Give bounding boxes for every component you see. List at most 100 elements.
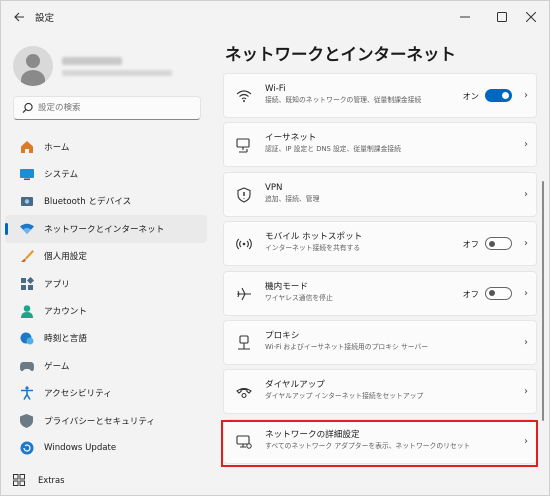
- card-airplane-mode[interactable]: 機内モード ワイヤレス通信を停止 オフ ›: [223, 270, 537, 316]
- sidebar-item-label: ホーム: [44, 142, 70, 153]
- shield-icon: [19, 413, 34, 428]
- sidebar-item-label: Extras: [38, 475, 65, 485]
- chevron-right-icon: ›: [524, 435, 528, 447]
- chevron-right-icon: ›: [524, 139, 528, 151]
- chevron-right-icon: ›: [524, 287, 528, 299]
- card-wifi[interactable]: Wi-Fi 接続、既知のネットワークの管理、従量制課金接続 オン ›: [223, 73, 537, 118]
- main-content: ネットワークとインターネット Wi-Fi 接続、既知のネットワークの管理、従量制…: [211, 33, 549, 495]
- sidebar-item-home[interactable]: ホーム: [5, 133, 207, 160]
- brush-icon: [19, 249, 34, 264]
- search-box[interactable]: [13, 96, 201, 120]
- hotspot-toggle[interactable]: [485, 237, 512, 251]
- search-input[interactable]: [38, 103, 188, 113]
- card-vpn[interactable]: VPN 追加、接続、管理 ›: [223, 171, 537, 217]
- sidebar-item-label: ネットワークとインターネット: [44, 224, 165, 235]
- card-title: Wi-Fi: [265, 84, 286, 94]
- sidebar-item-time-language[interactable]: 時刻と言語: [5, 325, 207, 352]
- proxy-icon: [238, 335, 250, 350]
- card-description: 認証、IP 設定と DNS 設定、従量制課金接続: [265, 145, 401, 154]
- card-description: 接続、既知のネットワークの管理、従量制課金接続: [265, 96, 422, 104]
- bluetooth-icon: [19, 194, 34, 209]
- user-profile[interactable]: [13, 41, 203, 91]
- card-dialup[interactable]: ダイヤルアップ ダイヤルアップ インターネット接続をセットアップ ›: [223, 369, 537, 415]
- card-description: 追加、接続、管理: [265, 194, 320, 203]
- toggle-state-label: オフ: [462, 239, 479, 250]
- sidebar-item-extras[interactable]: Extras: [5, 469, 64, 491]
- card-description: すべてのネットワーク アダプターを表示、ネットワークのリセット: [265, 441, 471, 450]
- sidebar-item-label: アクセシビリティ: [44, 389, 112, 400]
- account-icon: [19, 304, 34, 319]
- sidebar-item-label: システム: [44, 170, 79, 181]
- wifi-icon: [236, 90, 252, 102]
- network-icon: [19, 221, 34, 236]
- card-description: Wi-Fi およびイーサネット接続用のプロキシ サーバー: [265, 342, 429, 351]
- gaming-icon: [19, 358, 34, 373]
- airplane-icon: [237, 287, 251, 300]
- windows-update-icon: [19, 440, 34, 455]
- card-title: イーサネット: [265, 133, 317, 144]
- card-mobile-hotspot[interactable]: モバイル ホットスポット インターネット接続を共有する オフ ›: [223, 221, 537, 267]
- title-bar: 設定: [1, 1, 549, 33]
- sidebar-item-label: 時刻と言語: [44, 334, 87, 345]
- minimize-icon: [460, 16, 470, 18]
- card-description: インターネット接続を共有する: [265, 244, 361, 253]
- sidebar-item-label: プライバシーとセキュリティ: [44, 416, 156, 427]
- sidebar-item-personalization[interactable]: 個人用設定: [5, 243, 207, 270]
- toggle-state-label: オン: [462, 91, 479, 101]
- sidebar-item-label: Bluetooth とデバイス: [44, 197, 132, 208]
- chevron-right-icon: ›: [524, 188, 528, 200]
- vpn-shield-icon: [237, 187, 251, 203]
- sidebar-item-label: Windows Update: [44, 442, 117, 453]
- sidebar-item-apps[interactable]: アプリ: [5, 270, 207, 297]
- card-title: ダイヤルアップ: [265, 380, 325, 391]
- sidebar-item-privacy[interactable]: プライバシーとセキュリティ: [5, 407, 207, 434]
- time-language-icon: [19, 331, 34, 346]
- chevron-right-icon: ›: [524, 386, 528, 398]
- back-button[interactable]: [5, 3, 33, 31]
- extras-icon: [11, 473, 26, 488]
- apps-icon: [19, 276, 34, 291]
- maximize-icon: [497, 12, 507, 22]
- card-proxy[interactable]: プロキシ Wi-Fi およびイーサネット接続用のプロキシ サーバー ›: [223, 319, 537, 365]
- accessibility-icon: [19, 386, 34, 401]
- wifi-toggle[interactable]: [485, 89, 512, 102]
- sidebar-item-label: アプリ: [44, 279, 70, 290]
- minimize-button[interactable]: [447, 1, 483, 33]
- avatar: [13, 46, 53, 86]
- app-title: 設定: [35, 13, 55, 24]
- card-title: プロキシ: [265, 330, 300, 341]
- sidebar-item-system[interactable]: システム: [5, 160, 207, 187]
- sidebar-item-network[interactable]: ネットワークとインターネット: [5, 215, 207, 243]
- card-ethernet[interactable]: イーサネット 認証、IP 設定と DNS 設定、従量制課金接続 ›: [223, 122, 537, 168]
- card-description: ワイヤレス通信を停止: [265, 293, 333, 302]
- chevron-right-icon: ›: [524, 90, 528, 101]
- card-description: ダイヤルアップ インターネット接続をセットアップ: [265, 392, 424, 401]
- advanced-network-icon: [236, 435, 252, 449]
- close-button[interactable]: [513, 1, 549, 33]
- scrollbar[interactable]: [542, 181, 544, 421]
- sidebar-item-gaming[interactable]: ゲーム: [5, 352, 207, 379]
- sidebar-item-label: 個人用設定: [44, 252, 87, 263]
- settings-card-list: Wi-Fi 接続、既知のネットワークの管理、従量制課金接続 オン › イーサネッ…: [223, 73, 537, 468]
- system-icon: [19, 167, 34, 182]
- chevron-right-icon: ›: [524, 238, 528, 250]
- sidebar-item-accounts[interactable]: アカウント: [5, 297, 207, 324]
- airplane-mode-toggle[interactable]: [485, 286, 512, 300]
- user-name-blurred: [62, 56, 122, 65]
- hotspot-icon: [236, 238, 252, 250]
- card-title: モバイル ホットスポット: [265, 232, 363, 243]
- user-email-blurred: [62, 69, 172, 76]
- sidebar-item-label: ゲーム: [44, 361, 70, 372]
- toggle-state-label: オフ: [462, 288, 479, 299]
- sidebar-item-accessibility[interactable]: アクセシビリティ: [5, 380, 207, 407]
- card-advanced-network-settings[interactable]: ネットワークの詳細設定 すべてのネットワーク アダプターを表示、ネットワークのリ…: [223, 418, 537, 464]
- nav-list: ホーム システム Bluetooth とデバイス ネットワークとインターネット …: [5, 133, 207, 462]
- card-title: ネットワークの詳細設定: [265, 429, 360, 440]
- page-title: ネットワークとインターネット: [225, 45, 456, 64]
- sidebar-item-bluetooth[interactable]: Bluetooth とデバイス: [5, 188, 207, 215]
- chevron-right-icon: ›: [524, 336, 528, 348]
- card-title: VPN: [265, 182, 283, 193]
- card-title: 機内モード: [265, 281, 308, 292]
- sidebar-item-windows-update[interactable]: Windows Update: [5, 434, 207, 461]
- sidebar-item-label: アカウント: [44, 307, 87, 318]
